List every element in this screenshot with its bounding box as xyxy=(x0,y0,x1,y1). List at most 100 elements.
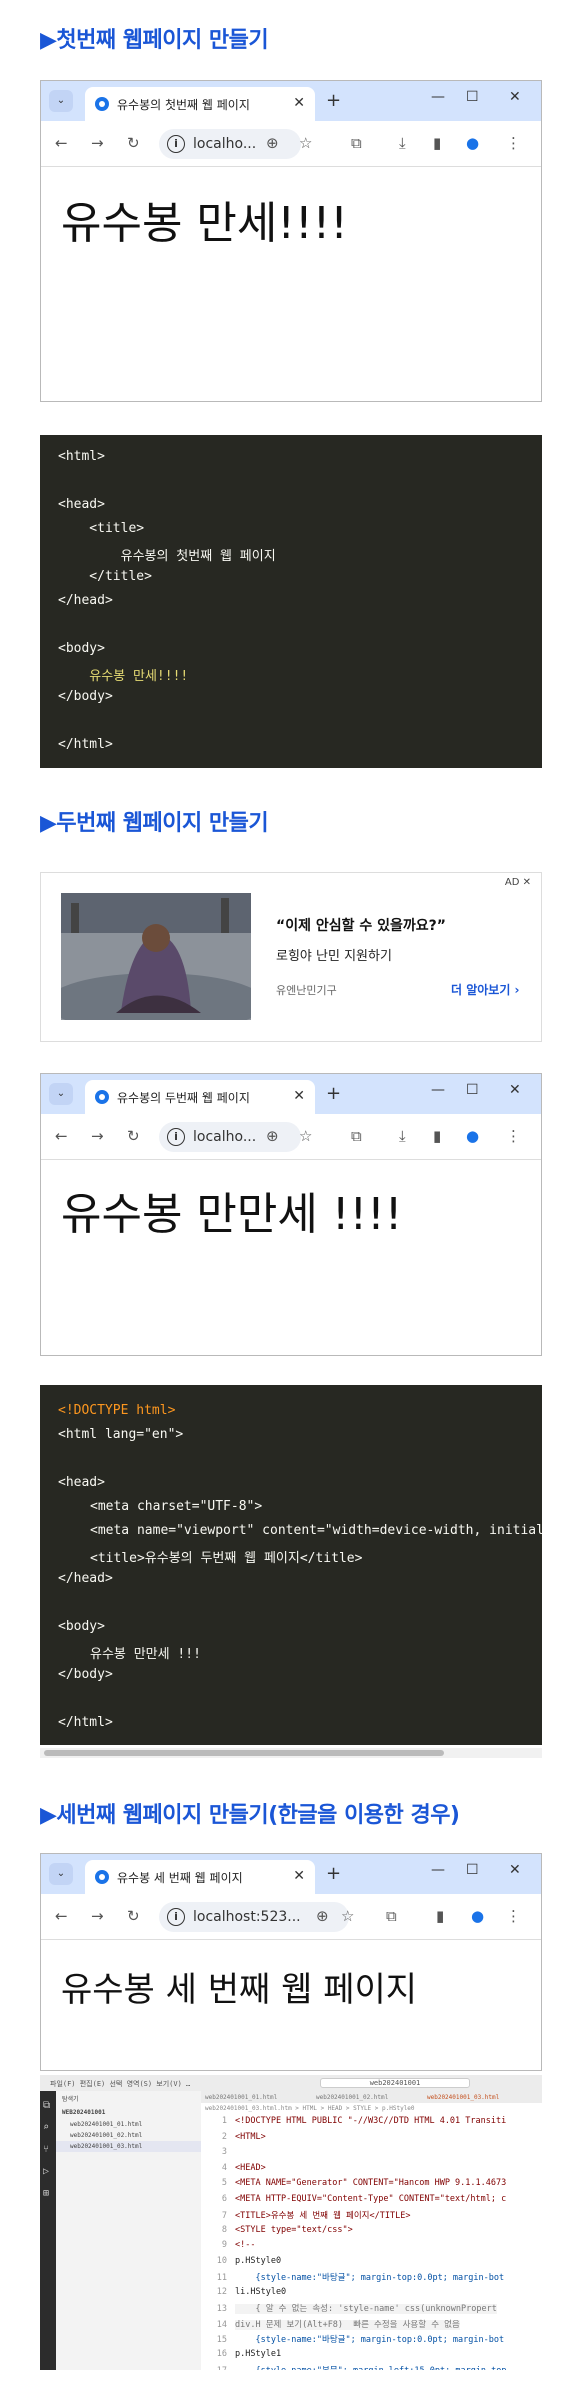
editor-line-text: p.HStyle1 xyxy=(235,2348,282,2359)
close-tab-icon[interactable]: ✕ xyxy=(293,95,305,111)
browser-tab[interactable]: 유수봉 세 번째 웹 페이지 ✕ xyxy=(85,1860,315,1894)
line-number: 2 xyxy=(221,2131,227,2142)
minimize-button[interactable]: — xyxy=(431,89,445,105)
forward-icon[interactable]: → xyxy=(91,134,104,152)
tab-title: 유수봉의 두번째 웹 페이지 xyxy=(117,1090,250,1105)
address-bar[interactable]: i localho... xyxy=(159,129,301,159)
editor-line: 14 div.H 문제 보기(Alt+F8) 빠른 수정을 사용할 수 없음 xyxy=(201,2318,460,2330)
code-line: </body> xyxy=(58,689,113,704)
zoom-icon[interactable]: ⊕ xyxy=(266,1127,279,1145)
breadcrumb: web202401001_03.html.htm > HTML > HEAD >… xyxy=(201,2103,542,2113)
sidepanel-icon[interactable]: ▮ xyxy=(433,1127,441,1145)
tab-search-button[interactable]: ⌄ xyxy=(49,1863,73,1885)
back-icon[interactable]: ← xyxy=(55,1127,68,1145)
editor-tab[interactable]: web202401001_01.html xyxy=(205,2094,277,2101)
file-item[interactable]: web202401001_01.html xyxy=(56,2119,201,2130)
code-line: </title> xyxy=(58,569,152,584)
editor-tab[interactable]: web202401001_03.html xyxy=(427,2094,499,2101)
extensions-icon[interactable]: ⧉ xyxy=(351,134,362,152)
browser-tab[interactable]: 유수봉의 두번째 웹 페이지 ✕ xyxy=(85,1080,315,1114)
new-tab-button[interactable]: + xyxy=(326,1863,341,1884)
tab-search-button[interactable]: ⌄ xyxy=(49,90,73,112)
folder-name[interactable]: WEB202401001 xyxy=(56,2106,201,2119)
maximize-button[interactable]: ☐ xyxy=(466,1082,479,1098)
close-window-button[interactable]: ✕ xyxy=(509,89,521,105)
info-icon[interactable]: i xyxy=(167,1128,185,1146)
editor-line-text: {style-name:"본문"; margin-left:15.0pt; ma… xyxy=(235,2366,506,2370)
close-window-button[interactable]: ✕ xyxy=(509,1082,521,1098)
section-title-1: ▶첫번째 웹페이지 만들기 xyxy=(40,28,269,53)
reload-icon[interactable]: ↻ xyxy=(127,1127,140,1145)
info-icon[interactable]: i xyxy=(167,1908,185,1926)
editor-line: 16 p.HStyle1 xyxy=(201,2349,281,2359)
menu-icon[interactable]: ⋮ xyxy=(506,1127,521,1145)
new-tab-button[interactable]: + xyxy=(326,1083,341,1104)
download-icon[interactable]: ⤓ xyxy=(399,134,406,152)
editor-tab[interactable]: web202401001_02.html xyxy=(316,2094,388,2101)
editor-tabs: web202401001_01.html web202401001_02.htm… xyxy=(201,2091,542,2103)
editor-line: 7 <TITLE>유수봉 세 번째 웹 페이지</TITLE> xyxy=(201,2209,411,2221)
line-number: 14 xyxy=(216,2319,227,2330)
sidepanel-icon[interactable]: ▮ xyxy=(436,1907,444,1925)
page: ▶첫번째 웹페이지 만들기 ⌄ 유수봉의 첫번째 웹 페이지 ✕ + — ☐ ✕… xyxy=(0,0,581,2381)
file-item[interactable]: web202401001_03.html xyxy=(56,2141,201,2152)
bookmark-star-icon[interactable]: ☆ xyxy=(341,1907,354,1925)
bookmark-star-icon[interactable]: ☆ xyxy=(299,1127,312,1145)
code-editor[interactable]: 1 <!DOCTYPE HTML PUBLIC "-//W3C//DTD HTML… xyxy=(201,2113,542,2370)
zoom-icon[interactable]: ⊕ xyxy=(316,1907,329,1925)
code-line: <!DOCTYPE html> xyxy=(58,1403,176,1418)
minimize-button[interactable]: — xyxy=(431,1862,445,1878)
editor-line-text: { 알 수 없는 속성: 'style-name' css(unknownPro… xyxy=(235,2304,497,2314)
editor-line: 11 {style-name:"바탕글"; margin-top:0.0pt; … xyxy=(201,2271,504,2283)
forward-icon[interactable]: → xyxy=(91,1127,104,1145)
browser-tab[interactable]: 유수봉의 첫번째 웹 페이지 ✕ xyxy=(85,87,315,121)
editor-line: 10 p.HStyle0 xyxy=(201,2256,281,2266)
close-window-button[interactable]: ✕ xyxy=(509,1862,521,1878)
bookmark-star-icon[interactable]: ☆ xyxy=(299,134,312,152)
back-icon[interactable]: ← xyxy=(55,134,68,152)
profile-icon[interactable]: ● xyxy=(471,1907,484,1925)
forward-icon[interactable]: → xyxy=(91,1907,104,1925)
ad-banner[interactable]: AD ✕ “이제 안심할 수 있을까요?” 로힝야 난민 지원하기 유엔난민기구… xyxy=(40,872,542,1042)
editor-line-text: {style-name:"바탕글"; margin-top:0.0pt; mar… xyxy=(235,2273,505,2283)
line-number: 17 xyxy=(201,2366,227,2370)
file-item[interactable]: web202401001_02.html xyxy=(56,2130,201,2141)
profile-icon[interactable]: ● xyxy=(466,134,479,152)
line-number: 9 xyxy=(221,2240,227,2250)
menu-bar[interactable]: 파일(F) 편집(E) 선택 영역(S) 보기(V) … xyxy=(50,2079,190,2089)
tab-search-button[interactable]: ⌄ xyxy=(49,1083,73,1105)
editor-line: 5 <META NAME="Generator" CONTENT="Hancom … xyxy=(201,2178,506,2188)
info-icon[interactable]: i xyxy=(167,135,185,153)
ad-cta-link[interactable]: 더 알아보기 › xyxy=(451,981,520,998)
ad-headline: “이제 안심할 수 있을까요?” xyxy=(276,918,446,934)
page-text: 유수봉 만세!!!! xyxy=(61,198,348,249)
sidepanel-icon[interactable]: ▮ xyxy=(433,134,441,152)
maximize-button[interactable]: ☐ xyxy=(466,1862,479,1878)
address-bar[interactable]: i localho... xyxy=(159,1122,301,1152)
editor-line: 2 <HTML> xyxy=(201,2132,266,2142)
new-tab-button[interactable]: + xyxy=(326,90,341,111)
zoom-icon[interactable]: ⊕ xyxy=(266,134,279,152)
reload-icon[interactable]: ↻ xyxy=(127,1907,140,1925)
menu-icon[interactable]: ⋮ xyxy=(506,134,521,152)
code-line: <head> xyxy=(58,497,105,512)
command-search[interactable]: web202401001 xyxy=(320,2078,470,2088)
page-text: 유수봉 세 번째 웹 페이지 xyxy=(61,1970,418,2010)
scroll-thumb[interactable] xyxy=(44,1750,444,1756)
maximize-button[interactable]: ☐ xyxy=(466,89,479,105)
horizontal-scrollbar[interactable] xyxy=(40,1748,542,1758)
profile-icon[interactable]: ● xyxy=(466,1127,479,1145)
menu-icon[interactable]: ⋮ xyxy=(506,1907,521,1925)
minimize-button[interactable]: — xyxy=(431,1082,445,1098)
globe-icon xyxy=(95,97,109,111)
close-tab-icon[interactable]: ✕ xyxy=(293,1088,305,1104)
extensions-icon[interactable]: ⧉ xyxy=(386,1907,397,1925)
extensions-icon[interactable]: ⧉ xyxy=(351,1127,362,1145)
ad-badge[interactable]: AD ✕ xyxy=(505,877,531,888)
editor-line: 12 li.HStyle0 xyxy=(201,2287,286,2297)
back-icon[interactable]: ← xyxy=(55,1907,68,1925)
close-tab-icon[interactable]: ✕ xyxy=(293,1868,305,1884)
reload-icon[interactable]: ↻ xyxy=(127,134,140,152)
code-line: <body> xyxy=(58,1619,105,1634)
download-icon[interactable]: ⤓ xyxy=(399,1127,406,1145)
